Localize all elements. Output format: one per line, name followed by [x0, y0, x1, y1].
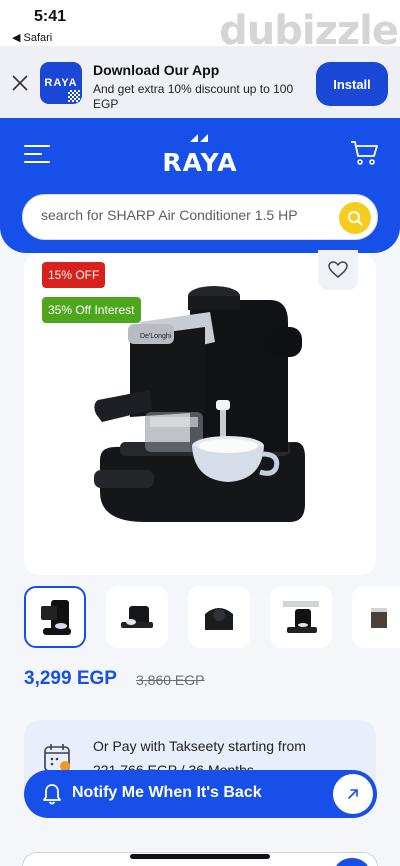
heart-icon [328, 261, 348, 278]
close-icon[interactable] [11, 74, 29, 92]
notify-me-button[interactable]: Notify Me When It's Back [24, 770, 377, 818]
thumbnail-5[interactable] [352, 586, 400, 648]
brand-wordmark: RAYA [162, 148, 238, 177]
search-input[interactable] [41, 207, 331, 223]
product-image[interactable]: De'Longhi [90, 282, 310, 532]
app-download-banner: RAYA Download Our App And get extra 10% … [0, 46, 400, 118]
bell-icon [43, 784, 61, 805]
thumbnail-3-image [205, 608, 233, 630]
home-indicator [130, 854, 270, 859]
thumbnail-3[interactable] [188, 586, 250, 648]
thumbnail-4-image [283, 601, 319, 633]
thumbnail-strip [24, 586, 400, 648]
thumbnail-5-image [371, 608, 387, 628]
install-button[interactable]: Install [316, 62, 388, 106]
product-price: 3,299 EGP [24, 668, 117, 689]
back-to-safari[interactable]: ◀ Safari [12, 31, 52, 44]
search-bar [22, 194, 378, 240]
product-page: 5:41 ◀ Safari dubizzle RAYA Download Our… [0, 0, 400, 866]
brand-logo[interactable]: RAYA [160, 132, 240, 178]
installment-line-1: Or Pay with Takseety starting from [93, 738, 306, 754]
arrow-up-right-icon [333, 774, 373, 814]
svg-text:De'Longhi: De'Longhi [140, 333, 172, 340]
banner-title: Download Our App [93, 62, 220, 78]
search-button[interactable] [339, 202, 371, 234]
banner-subtitle: And get extra 10% discount up to 100 EGP [93, 82, 294, 111]
hamburger-menu-icon[interactable] [24, 144, 50, 164]
thumbnail-1-image [41, 600, 71, 635]
status-time: 5:41 [34, 8, 67, 25]
cart-icon[interactable] [350, 140, 378, 166]
search-icon [348, 211, 363, 226]
thumbnail-2[interactable] [106, 586, 168, 648]
thumbnail-4[interactable] [270, 586, 332, 648]
app-logo-text: RAYA [44, 77, 78, 89]
thumbnail-2-image [121, 606, 153, 628]
app-logo-pattern [68, 90, 80, 102]
notify-label: Notify Me When It's Back [72, 784, 262, 801]
thumbnail-1[interactable] [24, 586, 86, 648]
brand-mark-icon [190, 134, 208, 142]
wishlist-button[interactable] [318, 250, 358, 290]
app-logo: RAYA [40, 62, 82, 104]
original-price: 3,860 EGP [136, 672, 205, 688]
status-bar: 5:41 ◀ Safari dubizzle [0, 0, 400, 54]
